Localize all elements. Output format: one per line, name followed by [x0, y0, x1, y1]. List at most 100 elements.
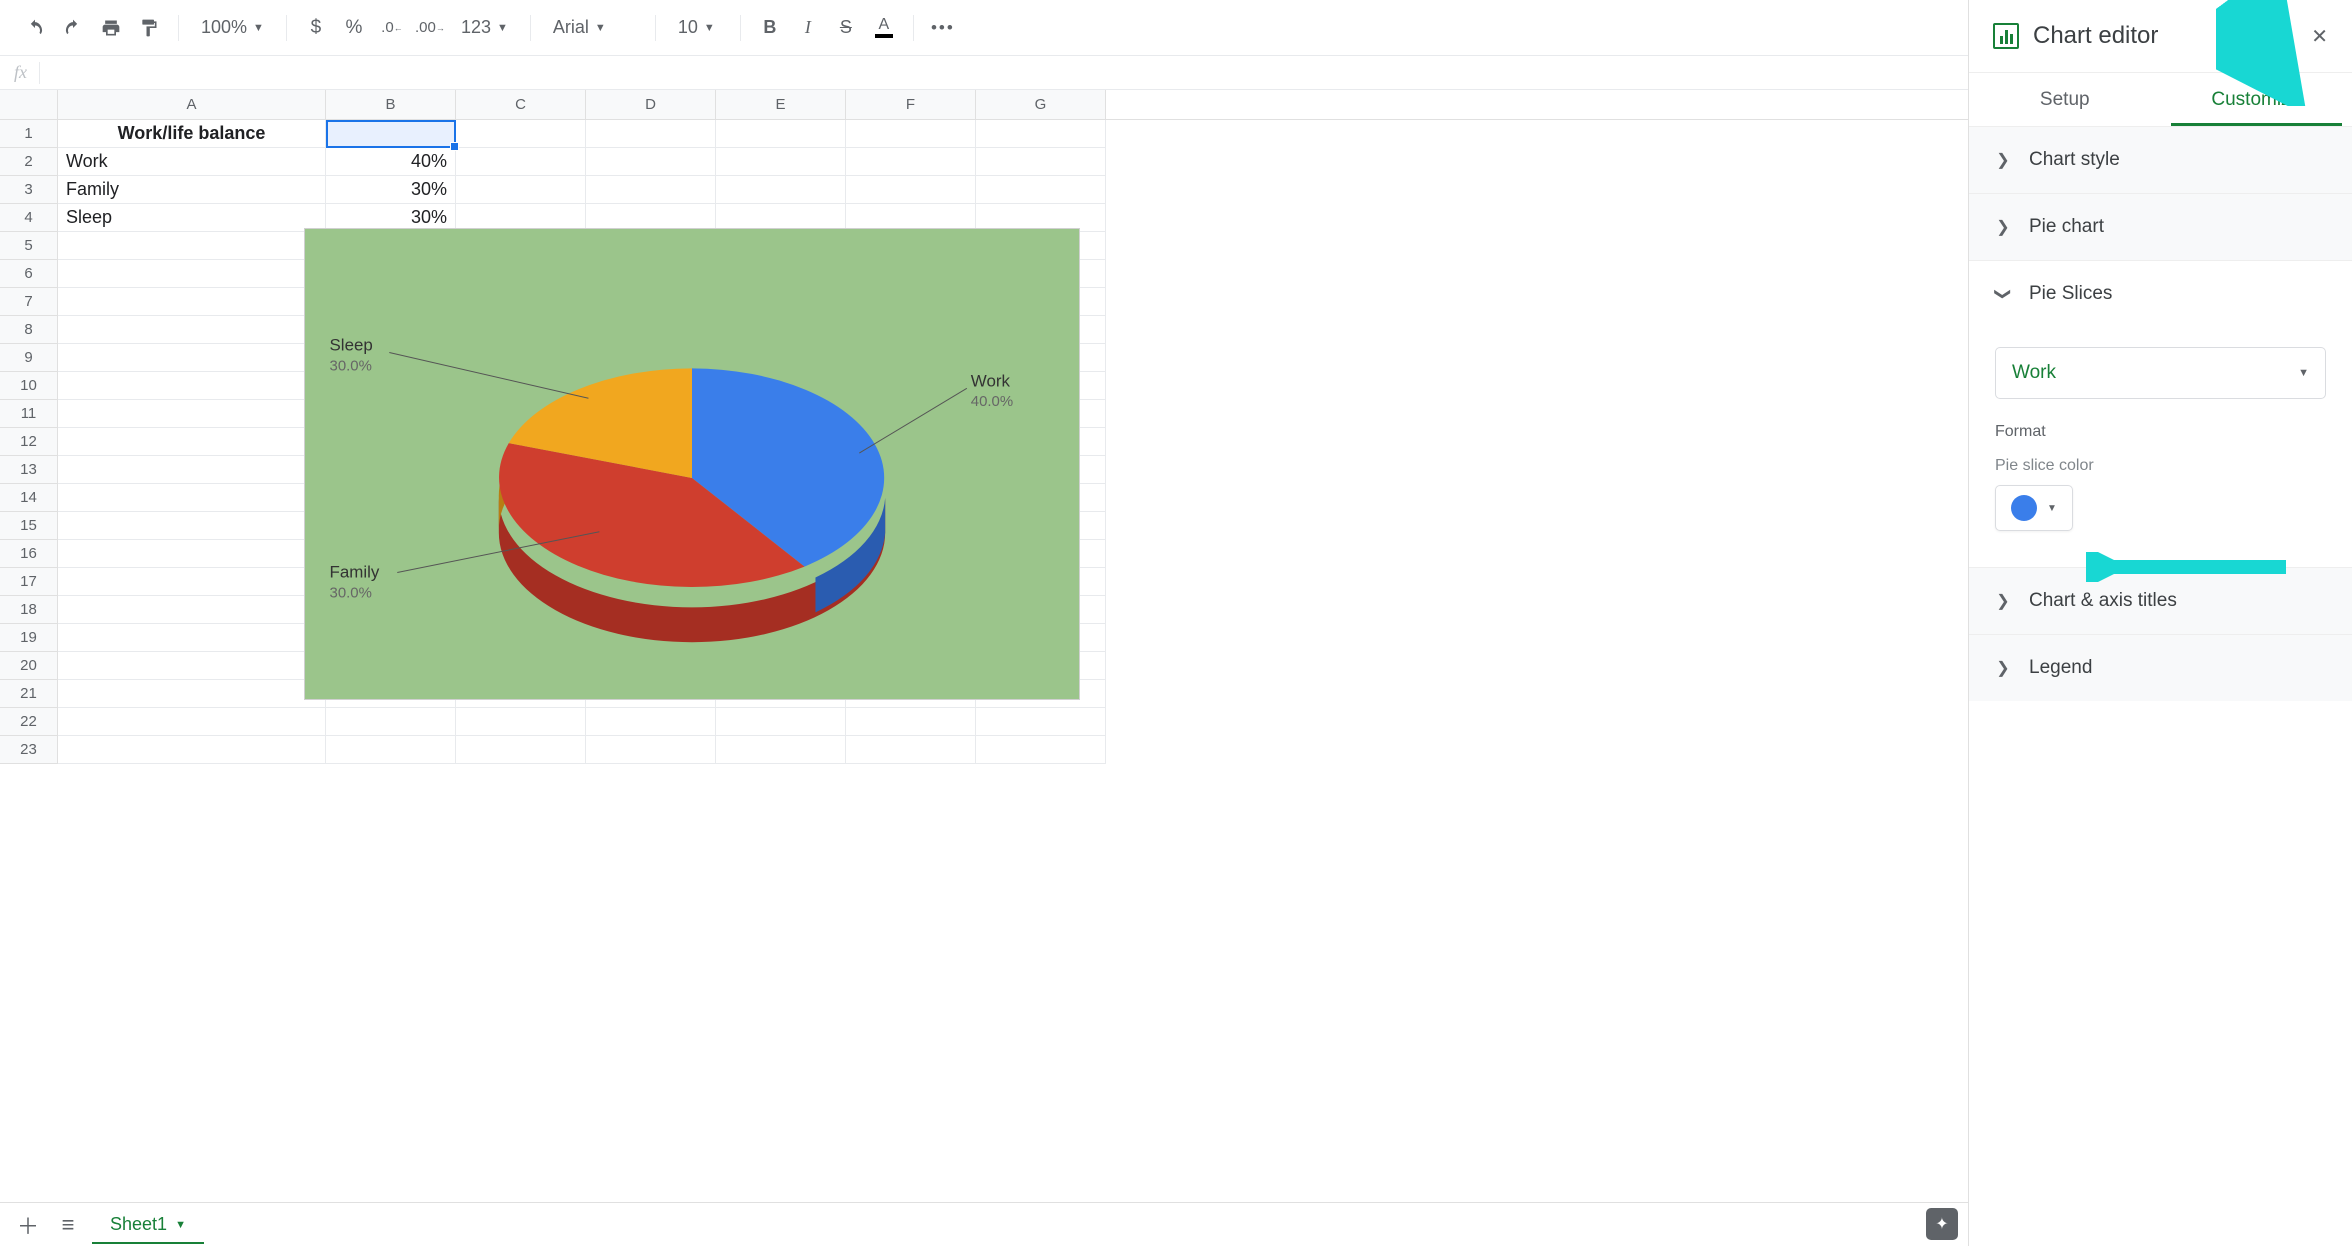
- cell[interactable]: [456, 148, 586, 176]
- section-pie-chart[interactable]: ❯ Pie chart: [1969, 193, 2352, 260]
- more-toolbar-button[interactable]: •••: [926, 11, 960, 45]
- cell[interactable]: [58, 400, 326, 428]
- column-header[interactable]: A: [58, 90, 326, 119]
- column-header[interactable]: G: [976, 90, 1106, 119]
- row-header[interactable]: 7: [0, 288, 58, 316]
- cell[interactable]: [716, 708, 846, 736]
- cell[interactable]: [586, 176, 716, 204]
- cell[interactable]: [326, 708, 456, 736]
- cell[interactable]: Family: [58, 176, 326, 204]
- cell[interactable]: [58, 624, 326, 652]
- section-chart-axis-titles[interactable]: ❯ Chart & axis titles: [1969, 567, 2352, 634]
- tab-setup[interactable]: Setup: [1969, 73, 2161, 126]
- paint-format-button[interactable]: [132, 11, 166, 45]
- row-header[interactable]: 1: [0, 120, 58, 148]
- row-header[interactable]: 23: [0, 736, 58, 764]
- cell[interactable]: [456, 176, 586, 204]
- slice-color-button[interactable]: ▼: [1995, 485, 2073, 531]
- more-formats-select[interactable]: 123 ▼: [451, 11, 518, 45]
- row-header[interactable]: 3: [0, 176, 58, 204]
- row-header[interactable]: 15: [0, 512, 58, 540]
- cell[interactable]: [58, 372, 326, 400]
- pie-chart[interactable]: Work 40.0% Family 30.0% Sleep 30.0%: [304, 228, 1080, 700]
- cell[interactable]: [58, 232, 326, 260]
- column-header[interactable]: D: [586, 90, 716, 119]
- section-pie-slices[interactable]: ❯ Pie Slices: [1969, 260, 2352, 327]
- row-header[interactable]: 4: [0, 204, 58, 232]
- cell[interactable]: [586, 120, 716, 148]
- row-header[interactable]: 19: [0, 624, 58, 652]
- percent-button[interactable]: %: [337, 11, 371, 45]
- cell[interactable]: [716, 176, 846, 204]
- cell[interactable]: Work/life balance: [58, 120, 326, 148]
- cell[interactable]: [846, 176, 976, 204]
- cell[interactable]: [58, 540, 326, 568]
- font-size-select[interactable]: 10 ▼: [668, 11, 728, 45]
- add-sheet-button[interactable]: ＋: [12, 1209, 44, 1241]
- cell[interactable]: [58, 652, 326, 680]
- cell[interactable]: [846, 708, 976, 736]
- row-header[interactable]: 17: [0, 568, 58, 596]
- row-header[interactable]: 21: [0, 680, 58, 708]
- cell[interactable]: [58, 428, 326, 456]
- cell[interactable]: [716, 736, 846, 764]
- cell[interactable]: [976, 120, 1106, 148]
- cell[interactable]: [586, 708, 716, 736]
- bold-button[interactable]: B: [753, 11, 787, 45]
- cell[interactable]: [326, 120, 456, 148]
- row-header[interactable]: 8: [0, 316, 58, 344]
- cell[interactable]: [58, 484, 326, 512]
- column-header[interactable]: F: [846, 90, 976, 119]
- cell[interactable]: 40%: [326, 148, 456, 176]
- cell[interactable]: [976, 736, 1106, 764]
- row-header[interactable]: 6: [0, 260, 58, 288]
- cell[interactable]: [58, 680, 326, 708]
- cell[interactable]: [58, 512, 326, 540]
- column-header[interactable]: E: [716, 90, 846, 119]
- cell[interactable]: [58, 736, 326, 764]
- cell[interactable]: [846, 120, 976, 148]
- currency-button[interactable]: $: [299, 11, 333, 45]
- cell[interactable]: 30%: [326, 176, 456, 204]
- cell[interactable]: [716, 148, 846, 176]
- print-button[interactable]: [94, 11, 128, 45]
- strikethrough-button[interactable]: S: [829, 11, 863, 45]
- cell[interactable]: [976, 176, 1106, 204]
- cell[interactable]: [58, 456, 326, 484]
- cell[interactable]: [976, 708, 1106, 736]
- cell[interactable]: [58, 288, 326, 316]
- cell[interactable]: [846, 148, 976, 176]
- cell[interactable]: [58, 596, 326, 624]
- row-header[interactable]: 12: [0, 428, 58, 456]
- decrease-decimals-button[interactable]: .0←: [375, 11, 409, 45]
- row-header[interactable]: 2: [0, 148, 58, 176]
- cell[interactable]: [456, 120, 586, 148]
- undo-button[interactable]: [18, 11, 52, 45]
- cell[interactable]: [846, 736, 976, 764]
- column-header[interactable]: C: [456, 90, 586, 119]
- row-header[interactable]: 22: [0, 708, 58, 736]
- cell[interactable]: [58, 708, 326, 736]
- cell[interactable]: Work: [58, 148, 326, 176]
- all-sheets-button[interactable]: ≡: [52, 1209, 84, 1241]
- row-header[interactable]: 11: [0, 400, 58, 428]
- cell[interactable]: [586, 736, 716, 764]
- sheet-tab-active[interactable]: Sheet1 ▼: [92, 1206, 204, 1244]
- font-family-select[interactable]: Arial ▼: [543, 11, 643, 45]
- cell[interactable]: [58, 344, 326, 372]
- row-header[interactable]: 5: [0, 232, 58, 260]
- slice-select[interactable]: Work ▼: [1995, 347, 2326, 399]
- section-chart-style[interactable]: ❯ Chart style: [1969, 126, 2352, 193]
- tab-customize[interactable]: Customize: [2161, 73, 2352, 126]
- italic-button[interactable]: I: [791, 11, 825, 45]
- cell[interactable]: [586, 148, 716, 176]
- column-header[interactable]: B: [326, 90, 456, 119]
- cell[interactable]: [58, 568, 326, 596]
- text-color-button[interactable]: A: [867, 11, 901, 45]
- row-header[interactable]: 14: [0, 484, 58, 512]
- cell[interactable]: [326, 736, 456, 764]
- cell[interactable]: [716, 120, 846, 148]
- row-header[interactable]: 9: [0, 344, 58, 372]
- cell[interactable]: [58, 316, 326, 344]
- row-header[interactable]: 20: [0, 652, 58, 680]
